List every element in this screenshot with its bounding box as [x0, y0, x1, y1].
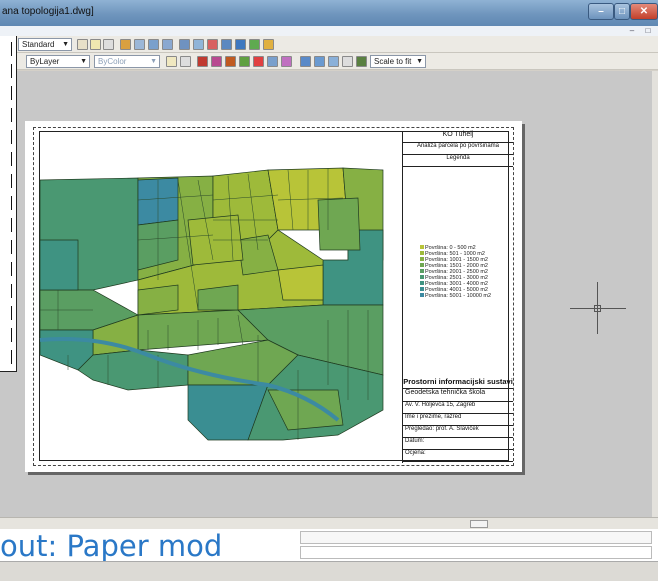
panel-divider [11, 196, 12, 210]
doc-minimize-button[interactable]: – [626, 26, 638, 36]
color-dropdown[interactable]: ByColor ▼ [94, 55, 160, 68]
markup-icon[interactable] [253, 56, 264, 67]
horizontal-scrollbar[interactable] [0, 517, 658, 529]
viewport-icon[interactable] [235, 39, 246, 50]
pickbox-icon [594, 305, 601, 312]
legend-swatch [420, 245, 424, 249]
viewport-single-icon[interactable] [300, 56, 311, 67]
region-icon[interactable] [193, 39, 204, 50]
scrollbar-thumb[interactable] [470, 520, 488, 528]
legend-swatch [420, 275, 424, 279]
plot-icon[interactable] [197, 56, 208, 67]
properties-icon[interactable] [134, 39, 145, 50]
command-history [300, 531, 652, 544]
maximize-button[interactable]: □ [614, 3, 630, 20]
legend-title: Legenda [403, 155, 513, 167]
status-bar [0, 561, 658, 581]
panel-divider [11, 262, 12, 276]
multileader-style-icon[interactable] [103, 39, 114, 50]
org-name: Prostorni informacijski sustavi [403, 377, 513, 389]
viewport-polygonal-icon[interactable] [314, 56, 325, 67]
table-style-icon[interactable] [90, 39, 101, 50]
panel-divider [11, 130, 12, 144]
block-icon[interactable] [148, 39, 159, 50]
text-style-dropdown[interactable]: Standard ▼ [18, 38, 72, 51]
panel-divider [11, 350, 12, 364]
date-row: Datum: [403, 438, 513, 450]
chevron-down-icon: ▼ [150, 58, 157, 65]
window-title: ana topologija1.dwg] [2, 6, 94, 17]
chevron-down-icon: ▼ [416, 58, 423, 65]
autocad-window: ana topologija1.dwg] – □ ✕ – □ Standard ▼… [0, 0, 658, 581]
legend-swatch [420, 281, 424, 285]
globe-icon[interactable] [249, 39, 260, 50]
panel-divider [11, 240, 12, 254]
legend-swatch [420, 287, 424, 291]
grade-row: Ocjena: [403, 450, 513, 462]
legend-swatch [420, 263, 424, 267]
hatch-icon[interactable] [179, 39, 190, 50]
properties-toolbar: ByLayer ▼ ByColor ▼ Scale to fit ▼ [0, 53, 658, 70]
legend-swatch [420, 269, 424, 273]
legend-item: Površina: 5001 - 10000 m2 [420, 293, 491, 299]
linetype-dropdown[interactable]: ByLayer ▼ [26, 55, 90, 68]
command-line-input[interactable] [300, 546, 652, 559]
publish-icon[interactable] [225, 56, 236, 67]
panel-divider [11, 86, 12, 100]
viewport-scale-dropdown[interactable]: Scale to fit ▼ [370, 55, 426, 68]
lineweight-icon[interactable] [166, 56, 177, 67]
plot-preview-icon[interactable] [211, 56, 222, 67]
reviewer-row: Pregledao: prof. A. Slaviček [403, 426, 513, 438]
vertical-scrollbar[interactable] [652, 71, 658, 517]
panel-divider [11, 108, 12, 122]
image-icon[interactable] [207, 39, 218, 50]
minimize-button[interactable]: – [588, 3, 614, 20]
view-icon[interactable] [267, 56, 278, 67]
chevron-down-icon: ▼ [62, 41, 69, 48]
school-name: Geodetska tehnička škola [403, 389, 513, 402]
doc-restore-button[interactable]: □ [642, 26, 654, 36]
title-block-header: KO Tuhelj [403, 131, 513, 143]
legend-list: Površina: 0 - 500 m2 Površina: 501 - 100… [420, 245, 491, 299]
folder-icon[interactable] [263, 39, 274, 50]
viewport-object-icon[interactable] [328, 56, 339, 67]
panel-divider [11, 152, 12, 166]
layout-icon[interactable] [221, 39, 232, 50]
student-name-row: Ime i prezime, razred [403, 414, 513, 426]
viewport-clip-icon[interactable] [342, 56, 353, 67]
panel-divider [11, 328, 12, 342]
mdi-bar [0, 26, 658, 36]
school-address: Av. V. Holjevca 15, Zagreb [403, 402, 513, 414]
panel-divider [11, 284, 12, 298]
panel-divider [11, 174, 12, 188]
legend-swatch [420, 257, 424, 261]
insert-icon[interactable] [162, 39, 173, 50]
panel-divider [11, 306, 12, 320]
side-panel [0, 36, 17, 372]
render-icon[interactable] [281, 56, 292, 67]
layer-icon[interactable] [120, 39, 131, 50]
panel-divider [11, 218, 12, 232]
parcel-map [39, 167, 384, 441]
close-button[interactable]: ✕ [630, 3, 658, 20]
dimension-style-icon[interactable] [77, 39, 88, 50]
sheet-set-icon[interactable] [239, 56, 250, 67]
viewport-scale-icon[interactable] [356, 56, 367, 67]
legend-swatch [420, 293, 424, 297]
chevron-down-icon: ▼ [80, 58, 87, 65]
styles-toolbar: Standard ▼ [0, 36, 658, 53]
slide-caption: out: Paper mod [0, 529, 223, 563]
panel-divider [11, 42, 12, 56]
panel-divider [11, 64, 12, 78]
title-bar: ana topologija1.dwg] – □ ✕ [0, 0, 658, 26]
legend-swatch [420, 251, 424, 255]
title-block-subtitle: Analiza parcela po površinama [403, 143, 513, 155]
match-properties-icon[interactable] [180, 56, 191, 67]
